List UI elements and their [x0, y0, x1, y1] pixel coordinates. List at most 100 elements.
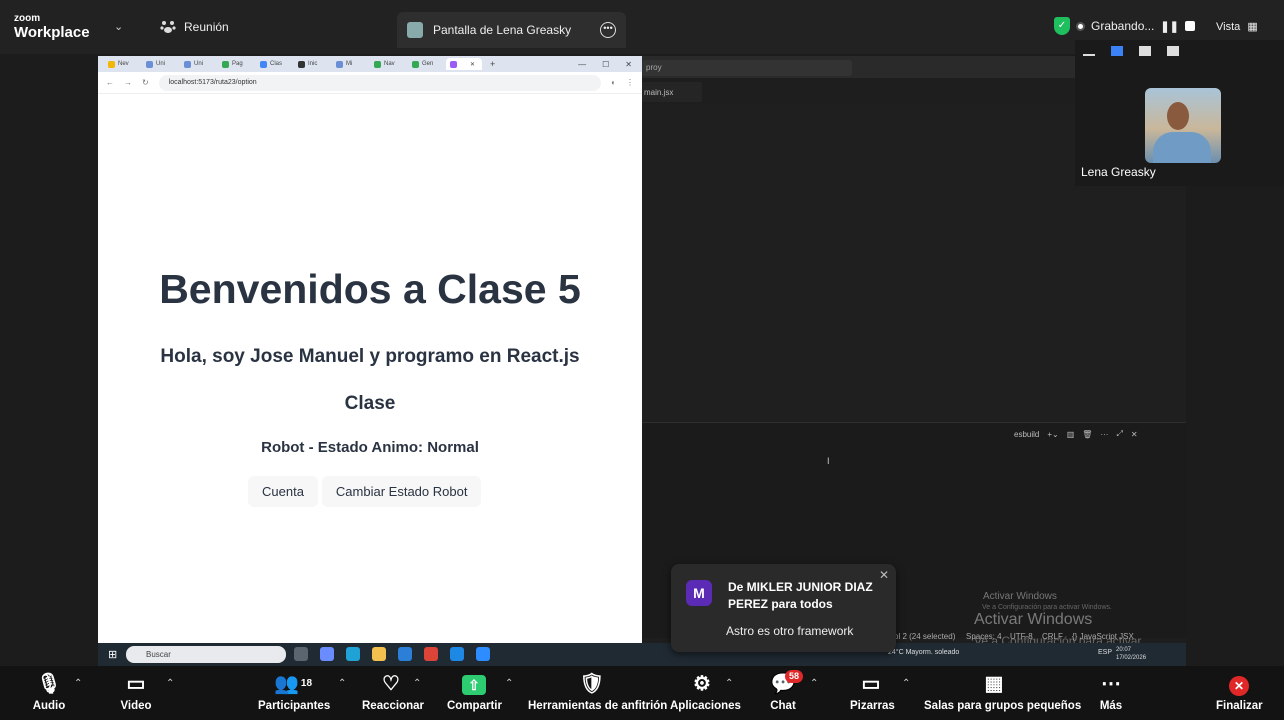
more-dots-icon: ⋯: [1101, 673, 1121, 695]
menu-icon[interactable]: ⋮: [626, 78, 634, 87]
split-icon: ▥: [1066, 429, 1075, 439]
more-label: Más: [1099, 700, 1123, 712]
tab-close-icon[interactable]: ✕: [470, 61, 475, 68]
browser-tab-label: Uni: [156, 61, 166, 67]
browser-tab-active[interactable]: ✕: [446, 58, 482, 70]
host-shield-icon: 🛡: [579, 673, 605, 695]
count-button[interactable]: Cuenta: [248, 476, 318, 507]
chrome-icon[interactable]: [424, 647, 438, 661]
whiteboards-button[interactable]: ▭ Pizarras: [850, 672, 895, 712]
person-body-shape: [1153, 132, 1211, 163]
chat-notification[interactable]: M De MIKLER JUNIOR DIAZ PEREZ para todos…: [671, 564, 896, 652]
share-label: Compartir: [447, 700, 502, 712]
react-options-caret[interactable]: ⌃: [413, 678, 421, 689]
participants-button[interactable]: 👥 18 Participantes: [258, 672, 330, 712]
screen-share-tab[interactable]: Pantalla de Lena Greasky •••: [397, 12, 626, 48]
breakout-label: Salas para grupos pequeños: [924, 700, 1082, 712]
mail-icon[interactable]: [398, 647, 412, 661]
copilot-icon[interactable]: [320, 647, 334, 661]
maximize-icon: ⤢: [1116, 429, 1123, 438]
video-options-caret[interactable]: ⌃: [166, 678, 174, 689]
close-icon[interactable]: ✕: [879, 568, 889, 582]
vscode-icon[interactable]: [450, 647, 464, 661]
windows-start-icon[interactable]: ⊞: [108, 648, 117, 661]
browser-tab[interactable]: Mi: [332, 58, 368, 70]
zoom-logo: zoom Workplace: [14, 13, 90, 41]
zoom-app-icon[interactable]: [476, 647, 490, 661]
audio-button[interactable]: 🎙 Audio: [30, 672, 68, 712]
strip-view-icon[interactable]: [1139, 46, 1151, 56]
browser-tab[interactable]: Uni: [180, 58, 216, 70]
apps-options-caret[interactable]: ⌃: [725, 678, 733, 689]
whiteboards-options-caret[interactable]: ⌃: [902, 678, 910, 689]
browser-tab-label: Nev: [118, 61, 129, 67]
view-button[interactable]: Vista ▦: [1216, 20, 1258, 33]
ellipsis-icon: ···: [1100, 429, 1109, 439]
share-options-caret[interactable]: ⌃: [505, 678, 513, 689]
taskbar-search[interactable]: Buscar: [126, 646, 286, 663]
weather-widget: 24°C Mayorm. soleado: [888, 649, 960, 656]
chat-options-caret[interactable]: ⌃: [810, 678, 818, 689]
more-button[interactable]: ⋯ Más: [1098, 672, 1124, 712]
more-options-icon[interactable]: •••: [600, 22, 616, 38]
meeting-info-button[interactable]: Reunión: [160, 20, 229, 34]
browser-tab[interactable]: Pag: [218, 58, 254, 70]
logo-zoom-text: zoom: [14, 13, 41, 24]
audio-label: Audio: [32, 700, 66, 712]
minimize-strip-icon[interactable]: [1083, 54, 1095, 56]
close-window-icon[interactable]: ✕: [625, 60, 632, 69]
gallery-grid-icon[interactable]: [1167, 46, 1179, 56]
browser-tab[interactable]: Inic: [294, 58, 330, 70]
browser-tab[interactable]: Nav: [370, 58, 406, 70]
end-meeting-button[interactable]: ✕ Finalizar: [1216, 672, 1263, 712]
forward-icon[interactable]: →: [124, 78, 132, 87]
browser-tab[interactable]: Nev: [104, 58, 140, 70]
new-tab-icon[interactable]: +: [490, 59, 495, 69]
taskbar-clock: 20:07 17/02/2026: [1116, 646, 1146, 662]
taskbar-date: 17/02/2026: [1116, 655, 1147, 661]
favicon-icon: [412, 60, 419, 68]
change-robot-state-button[interactable]: Cambiar Estado Robot: [321, 476, 482, 507]
back-icon[interactable]: ←: [106, 78, 114, 87]
pause-recording-button[interactable]: ❚❚: [1160, 20, 1178, 33]
taskbar-search-label: Buscar: [146, 650, 171, 659]
profile-icon[interactable]: ◐: [611, 78, 616, 87]
browser-window: Nev Uni Uni Pag Clas Inic Mi Nav Gen ✕ +…: [98, 56, 642, 643]
share-button[interactable]: ⇧ Compartir: [447, 672, 502, 712]
notification-message: Astro es otro framework: [726, 624, 854, 638]
shield-check-icon: ✓: [1054, 17, 1070, 35]
browser-tab-strip: Nev Uni Uni Pag Clas Inic Mi Nav Gen ✕ +…: [98, 56, 642, 72]
chevron-down-icon[interactable]: ⌄: [114, 20, 123, 33]
host-tools-button[interactable]: 🛡 Herramientas de anfitrión: [528, 672, 667, 712]
task-view-icon[interactable]: [294, 647, 308, 661]
chat-button[interactable]: 💬 58 Chat: [769, 670, 804, 712]
sender-avatar: M: [686, 580, 712, 606]
participant-video-tile[interactable]: Lena Greasky: [1075, 40, 1284, 186]
browser-tab[interactable]: Gen: [408, 58, 444, 70]
browser-tab[interactable]: Clas: [256, 58, 292, 70]
edge-icon[interactable]: [346, 647, 360, 661]
url-input[interactable]: localhost:5173/ruta23/option: [158, 74, 602, 91]
explorer-icon[interactable]: [372, 647, 386, 661]
whiteboards-label: Pizarras: [850, 700, 895, 712]
audio-options-caret[interactable]: ⌃: [74, 678, 82, 689]
favicon-icon: [298, 60, 305, 68]
breakout-grid-icon: ▦: [984, 673, 1004, 695]
chat-label: Chat: [770, 700, 796, 712]
minimize-icon[interactable]: —: [578, 60, 586, 69]
speaker-view-icon[interactable]: [1111, 46, 1123, 56]
breakout-rooms-button[interactable]: ▦ Salas para grupos pequeños: [924, 672, 1082, 712]
react-button[interactable]: ♡ Reaccionar: [362, 672, 424, 712]
windows-taskbar: ⊞ Buscar 24°C Mayorm. soleado ESP 20:07 …: [98, 643, 1186, 666]
reload-icon[interactable]: ↻: [142, 78, 149, 87]
browser-tab[interactable]: Uni: [142, 58, 178, 70]
browser-tab-label: Inic: [308, 61, 318, 67]
participants-options-caret[interactable]: ⌃: [338, 678, 346, 689]
sharer-avatar-icon: [407, 22, 423, 38]
plus-icon: +⌄: [1047, 429, 1059, 439]
participant-video: [1145, 88, 1221, 163]
video-button[interactable]: ▭ Video: [118, 672, 154, 712]
stop-recording-button[interactable]: [1184, 21, 1195, 31]
maximize-icon[interactable]: ☐: [602, 60, 609, 69]
video-off-icon: ▭: [126, 673, 146, 695]
